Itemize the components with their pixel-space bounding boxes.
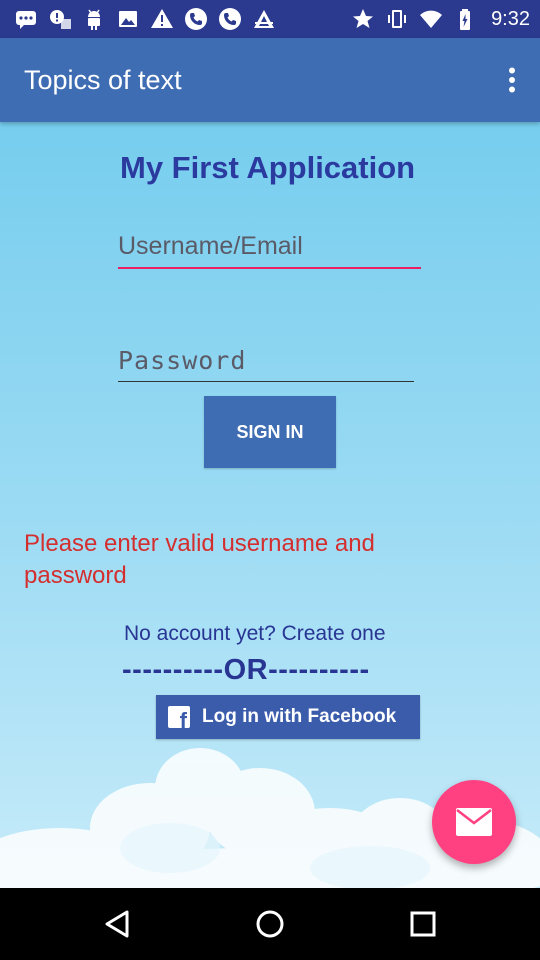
notification-icon — [48, 7, 72, 31]
or-divider: ----------OR---------- — [122, 654, 370, 686]
status-notifications — [14, 7, 351, 31]
phone-icon — [184, 7, 208, 31]
error-message: Please enter valid username and password — [24, 530, 375, 589]
overflow-menu-button[interactable] — [484, 52, 540, 108]
home-icon — [256, 910, 284, 938]
back-button[interactable] — [77, 894, 157, 954]
facebook-icon: f — [168, 706, 190, 732]
facebook-login-button[interactable]: f Log in with Facebook — [156, 695, 420, 739]
wifi-icon — [419, 7, 443, 31]
app-title: Topics of text — [24, 64, 182, 95]
status-bar: 9:32 — [0, 0, 540, 38]
message-icon — [14, 7, 38, 31]
facebook-login-label: Log in with Facebook — [202, 706, 397, 727]
triangle-app-icon — [252, 7, 276, 31]
vibrate-icon — [385, 7, 409, 31]
home-button[interactable] — [230, 894, 310, 954]
warning-icon — [150, 7, 174, 31]
status-clock: 9:32 — [491, 7, 530, 30]
recents-button[interactable] — [383, 894, 463, 954]
navigation-bar — [0, 888, 540, 960]
sign-in-button[interactable]: SIGN IN — [204, 396, 336, 468]
app-bar: Topics of text — [0, 38, 540, 122]
android-icon — [82, 7, 106, 31]
image-icon — [116, 7, 140, 31]
battery-icon — [453, 7, 477, 31]
username-input[interactable] — [118, 232, 421, 269]
create-account-link[interactable]: No account yet? Create one — [124, 622, 386, 646]
status-system: 9:32 — [351, 7, 530, 31]
more-vert-icon — [509, 67, 515, 93]
password-input[interactable] — [118, 346, 414, 382]
app-heading: My First Application — [120, 150, 416, 185]
email-fab-button[interactable] — [432, 780, 516, 864]
email-icon — [456, 808, 492, 836]
login-content: My First Application SIGN IN Please ente… — [0, 122, 540, 888]
back-icon — [105, 910, 129, 938]
star-icon — [351, 7, 375, 31]
recents-icon — [410, 911, 436, 937]
phone-icon — [218, 7, 242, 31]
